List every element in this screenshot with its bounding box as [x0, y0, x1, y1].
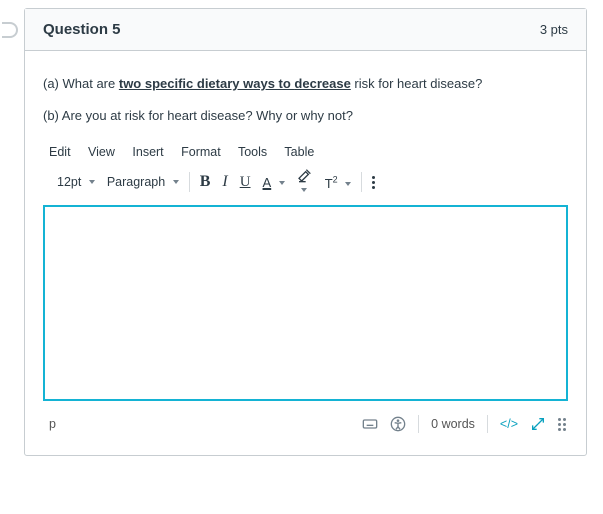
question-title: Question 5: [43, 21, 121, 38]
chevron-down-icon: [301, 188, 307, 192]
keyboard-shortcuts-button[interactable]: [362, 416, 378, 432]
chevron-down-icon: [345, 182, 351, 186]
question-indicator: [2, 22, 18, 38]
block-format-label: Paragraph: [107, 175, 165, 189]
prompt-a-prefix: (a) What are: [43, 76, 119, 91]
highlight-icon: [297, 167, 313, 183]
bold-button[interactable]: B: [200, 173, 211, 191]
accessibility-button[interactable]: [390, 416, 406, 432]
menu-insert[interactable]: Insert: [132, 145, 163, 159]
html-view-button[interactable]: </>: [500, 417, 518, 431]
underline-button[interactable]: U: [240, 174, 251, 191]
prompt-a-bold-underline: two specific dietary ways to: [119, 76, 295, 91]
block-format-select[interactable]: Paragraph: [107, 175, 179, 189]
menu-format[interactable]: Format: [181, 145, 221, 159]
keyboard-icon: [362, 416, 378, 432]
editor-toolbar: 12pt Paragraph B I U A: [43, 167, 568, 205]
question-card: Question 5 3 pts (a) What are two specif…: [24, 8, 587, 456]
status-separator: [418, 415, 419, 433]
question-body: (a) What are two specific dietary ways t…: [25, 51, 586, 455]
element-path[interactable]: p: [49, 417, 56, 431]
menu-edit[interactable]: Edit: [49, 145, 71, 159]
editor-statusbar: p: [43, 409, 568, 445]
chevron-down-icon: [173, 180, 179, 184]
fullscreen-button[interactable]: [530, 416, 546, 432]
editor-textarea[interactable]: [43, 205, 568, 401]
word-count: 0 words: [431, 417, 475, 431]
chevron-down-icon: [89, 180, 95, 184]
menu-table[interactable]: Table: [284, 145, 314, 159]
font-size-select[interactable]: 12pt: [57, 175, 95, 189]
superscript-button[interactable]: T2: [325, 174, 351, 190]
more-options-button[interactable]: [372, 176, 375, 189]
resize-handle[interactable]: [558, 418, 566, 431]
editor-menubar: Edit View Insert Format Tools Table: [43, 143, 568, 167]
menu-view[interactable]: View: [88, 145, 115, 159]
prompt-a: (a) What are two specific dietary ways t…: [43, 75, 568, 93]
font-size-label: 12pt: [57, 175, 81, 189]
expand-icon: [530, 416, 546, 432]
status-separator: [487, 415, 488, 433]
question-header: Question 5 3 pts: [25, 9, 586, 51]
text-color-label: A: [263, 175, 272, 190]
italic-button[interactable]: I: [222, 173, 227, 191]
menu-tools[interactable]: Tools: [238, 145, 267, 159]
chevron-down-icon: [279, 181, 285, 185]
prompt-b: (b) Are you at risk for heart disease? W…: [43, 107, 568, 125]
accessibility-icon: [390, 416, 406, 432]
prompt-a-suffix: risk for heart disease?: [351, 76, 483, 91]
superscript-label: T2: [325, 176, 338, 191]
question-points: 3 pts: [540, 22, 568, 37]
highlight-button[interactable]: [297, 167, 313, 197]
text-color-button[interactable]: A: [263, 175, 285, 190]
prompt-a-decrease: decrease: [294, 76, 350, 91]
